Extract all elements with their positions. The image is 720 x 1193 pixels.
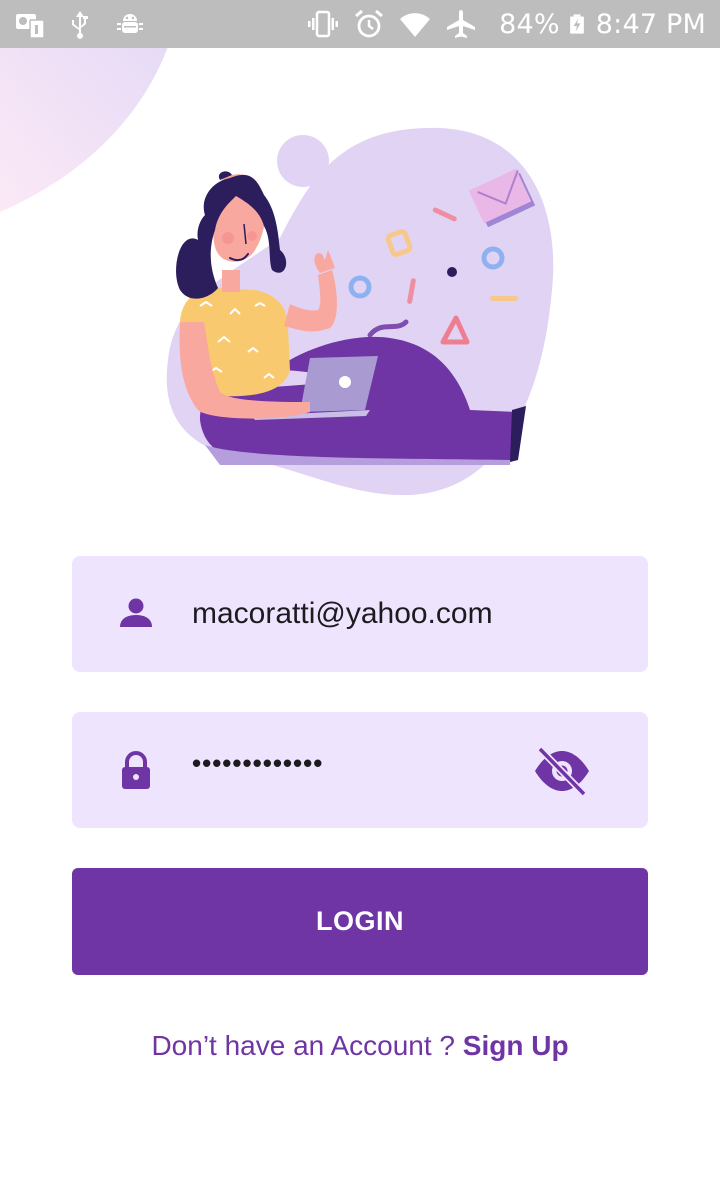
- visibility-off-icon: [535, 746, 589, 796]
- lock-icon: [122, 751, 150, 789]
- alarm-icon: [355, 9, 384, 38]
- status-bar-right: 84% 8:47 PM: [293, 8, 706, 40]
- password-field[interactable]: [72, 712, 648, 828]
- battery-percent: 84%: [499, 8, 560, 40]
- person-icon: [120, 598, 152, 627]
- woman-with-laptop-illustration: [166, 127, 554, 495]
- status-time: 8:47 PM: [595, 8, 706, 40]
- status-bar-left: [14, 8, 164, 40]
- login-button[interactable]: LOGIN: [72, 868, 648, 975]
- status-bar: 84% 8:47 PM: [0, 0, 720, 48]
- visibility-toggle-button[interactable]: [532, 746, 592, 796]
- usb-icon: [72, 11, 88, 39]
- signup-prompt-row: Don’t have an Account ? Sign Up: [0, 1030, 720, 1062]
- signup-link[interactable]: Sign Up: [463, 1030, 569, 1061]
- signup-prompt-text: Don’t have an Account ?: [151, 1030, 463, 1061]
- battery-charging-icon: [569, 14, 584, 34]
- airplane-mode-icon: [447, 10, 476, 38]
- sim-alert-icon: [16, 14, 45, 39]
- vibrate-icon: [308, 10, 339, 38]
- email-input[interactable]: [192, 597, 522, 631]
- password-input[interactable]: [192, 747, 522, 779]
- android-debug-icon: [117, 14, 143, 33]
- battery-indicator: 84% 8:47 PM: [491, 8, 706, 40]
- email-field[interactable]: [72, 556, 648, 672]
- wifi-icon: [400, 13, 431, 37]
